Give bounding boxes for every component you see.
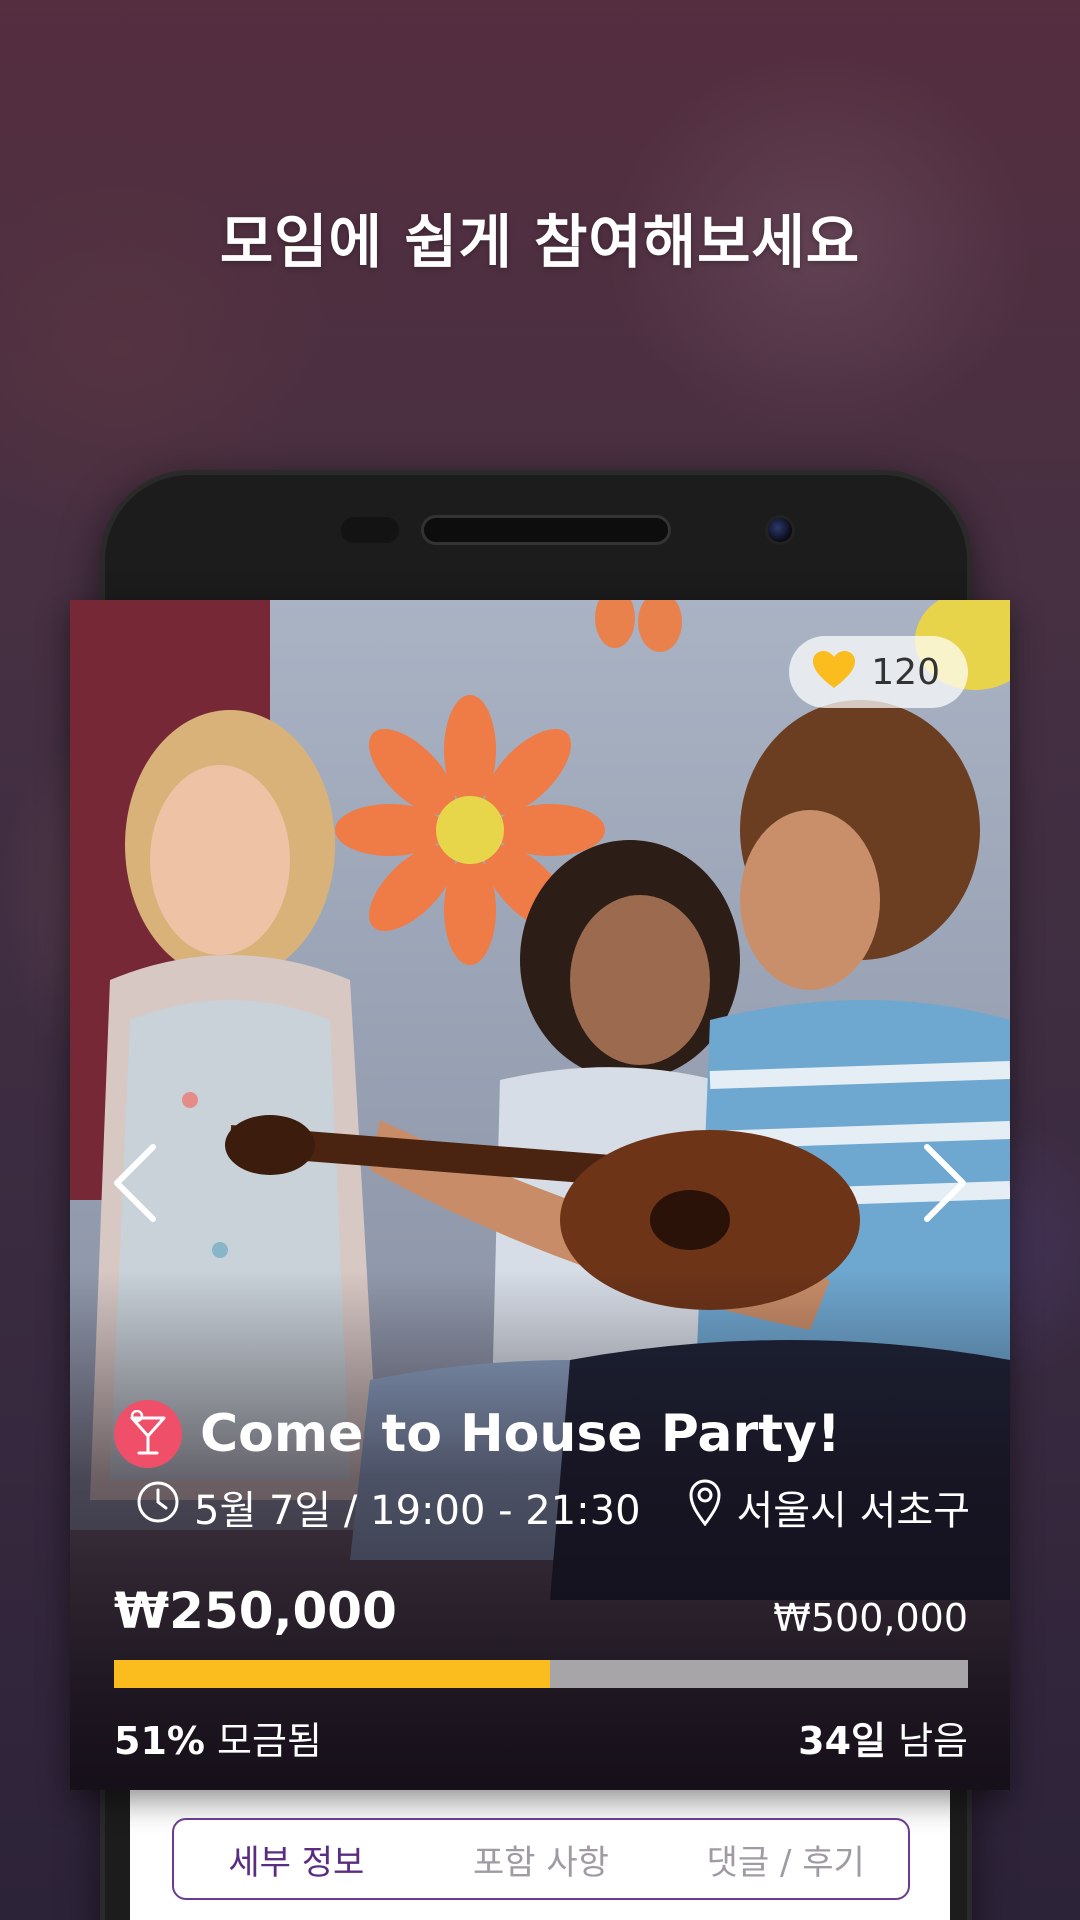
heart-icon <box>811 650 857 694</box>
chevron-left-icon <box>113 1143 157 1227</box>
event-datetime-text: 5월 7일 / 19:00 - 21:30 <box>194 1488 641 1534</box>
tab-inclusions[interactable]: 포함 사항 <box>419 1835 664 1884</box>
cocktail-icon <box>114 1400 182 1468</box>
funded-percent-suffix: 모금됨 <box>204 1719 322 1763</box>
chevron-right-icon <box>923 1143 967 1227</box>
headline: 모임에 쉽게 참여해보세요 <box>219 208 861 276</box>
days-left: 34일 남음 <box>798 1710 968 1765</box>
clock-icon <box>136 1480 180 1534</box>
phone-sensor <box>341 517 399 543</box>
event-meta: 5월 7일 / 19:00 - 21:30 서울시 서초구 <box>136 1478 970 1536</box>
days-left-suffix: 남음 <box>886 1719 968 1763</box>
funding-stats: 51% 모금됨 34일 남음 <box>114 1710 968 1765</box>
funded-percent: 51% 모금됨 <box>114 1710 322 1765</box>
tab-comments-reviews[interactable]: 댓글 / 후기 <box>663 1835 908 1884</box>
detail-tabs: 세부 정보 포함 사항 댓글 / 후기 <box>172 1818 910 1900</box>
goal-amount: ₩500,000 <box>773 1596 968 1640</box>
event-location: 서울시 서초구 <box>688 1478 970 1536</box>
like-button[interactable]: 120 <box>789 636 968 708</box>
previous-button[interactable] <box>100 1130 170 1240</box>
event-title-row: Come to House Party! <box>114 1400 841 1468</box>
phone-camera <box>765 515 795 545</box>
funding-amounts: ₩250,000 ₩500,000 <box>114 1582 968 1640</box>
days-left-value: 34일 <box>798 1719 886 1763</box>
like-count: 120 <box>871 651 940 693</box>
event-title: Come to House Party! <box>200 1404 841 1464</box>
event-location-text: 서울시 서초구 <box>736 1488 970 1534</box>
funding-progress-bar <box>114 1660 968 1688</box>
phone-speaker <box>421 515 671 545</box>
raised-amount: ₩250,000 <box>114 1582 397 1640</box>
event-datetime: 5월 7일 / 19:00 - 21:30 <box>136 1478 641 1536</box>
event-card[interactable]: 120 Come to House Party! 5월 7일 / 19:00 -… <box>70 600 1010 1790</box>
tab-details[interactable]: 세부 정보 <box>174 1835 419 1884</box>
location-pin-icon <box>688 1478 722 1536</box>
funding-progress-fill <box>114 1660 550 1688</box>
funded-percent-value: 51% <box>114 1719 205 1763</box>
next-button[interactable] <box>910 1130 980 1240</box>
